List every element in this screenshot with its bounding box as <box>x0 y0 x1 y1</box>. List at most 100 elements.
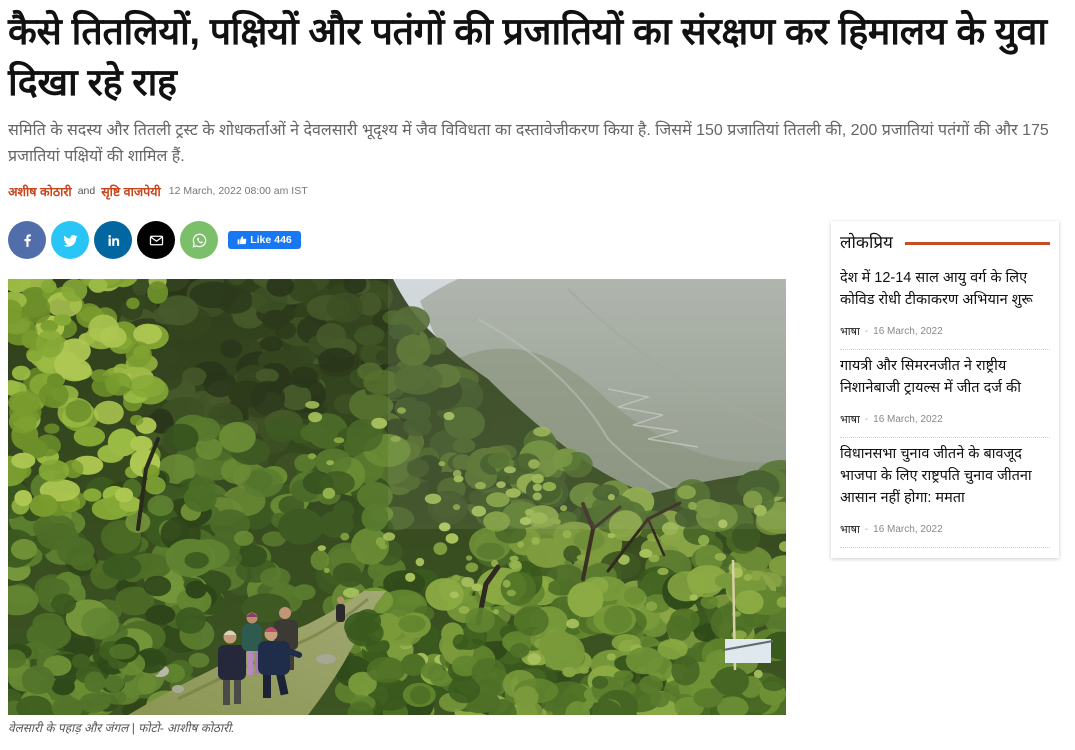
linkedin-share-button[interactable] <box>94 221 132 259</box>
tree-canopy <box>64 363 93 381</box>
twitter-icon <box>62 234 78 247</box>
tree-canopy <box>583 576 609 595</box>
share-bar: Like 446 <box>8 221 301 259</box>
tree-canopy <box>310 550 330 571</box>
leaf-highlight <box>340 532 350 541</box>
foreground-bush <box>671 655 700 686</box>
whatsapp-share-button[interactable] <box>180 221 218 259</box>
popular-item-title[interactable]: विधानसभा चुनाव जीतने के बावजूद भाजपा के … <box>840 443 1050 509</box>
leaf-highlight <box>415 557 425 567</box>
foreground-bush <box>346 619 384 647</box>
popular-item-title[interactable]: देश में 12-14 साल आयु वर्ग के लिए कोविड … <box>840 267 1050 311</box>
foreground-bush <box>693 688 723 708</box>
leaf-highlight <box>579 667 589 674</box>
tree-canopy <box>61 279 88 302</box>
leaf-highlight <box>322 487 336 499</box>
leaf-highlight <box>562 529 572 539</box>
foreground-bush <box>21 665 55 695</box>
sidebar-header: लोकप्रिय <box>840 232 1050 254</box>
popular-item-source[interactable]: भाषा <box>840 522 860 537</box>
tree-canopy <box>266 416 300 443</box>
leaf-highlight <box>750 571 762 582</box>
leaf-highlight <box>645 601 658 612</box>
linkedin-icon-glyph <box>107 234 119 246</box>
article-photo-image <box>8 279 786 715</box>
tree-canopy <box>233 530 254 546</box>
tree-canopy <box>10 538 38 560</box>
tree-canopy <box>316 323 347 349</box>
hiker-legs <box>263 673 271 698</box>
foreground-bush <box>513 685 539 710</box>
tree-canopy <box>182 367 207 386</box>
tree-canopy <box>354 325 385 346</box>
tree-canopy <box>88 314 119 343</box>
tree-canopy <box>195 437 223 460</box>
mail-icon-flap <box>149 235 163 242</box>
like-count: 446 <box>274 234 292 246</box>
leaf-highlight <box>606 653 616 661</box>
foreground-bush <box>398 615 426 633</box>
foreground-bush <box>591 675 609 689</box>
publish-date: 12 March, 2022 08:00 am IST <box>168 185 308 197</box>
whatsapp-icon-bubble <box>191 233 206 248</box>
leaf-highlight <box>308 412 323 423</box>
tree-canopy <box>129 375 166 398</box>
foreground-bush <box>465 607 495 633</box>
leaf-highlight <box>736 595 745 602</box>
author-link[interactable]: अशीष कोठारी <box>8 183 72 200</box>
leaf-highlight <box>307 453 317 460</box>
facebook-share-button[interactable] <box>8 221 46 259</box>
tree-canopy <box>275 321 296 340</box>
tree-canopy <box>11 365 31 381</box>
popular-sidebar: लोकप्रिय देश में 12-14 साल आयु वर्ग के ल… <box>831 221 1059 558</box>
hiker-legs <box>223 678 230 705</box>
leaf-highlight <box>657 567 669 575</box>
popular-item-date: 16 March, 2022 <box>873 413 943 425</box>
tree-canopy <box>102 555 142 580</box>
twitter-share-button[interactable] <box>51 221 89 259</box>
like-label: Like <box>250 234 272 246</box>
tree-canopy <box>29 494 58 517</box>
foreground-bush <box>104 675 124 692</box>
leaf-highlight <box>506 589 516 597</box>
tree-canopy <box>357 482 393 511</box>
foreground-bush <box>650 691 670 708</box>
leaf-highlight <box>689 594 698 601</box>
tree-canopy <box>669 608 700 633</box>
foreground-bush <box>510 643 530 658</box>
popular-item: विधानसभा चुनाव जीतने के बावजूद भाजपा के … <box>840 438 1050 548</box>
popular-item-date: 16 March, 2022 <box>873 523 943 535</box>
tree-canopy <box>53 314 72 326</box>
leaf-highlight <box>517 541 525 548</box>
foreground-bush <box>409 685 431 705</box>
whatsapp-icon <box>191 233 206 248</box>
popular-item-source[interactable]: भाषा <box>840 412 860 427</box>
foreground-bush <box>79 693 108 713</box>
rock <box>172 685 184 693</box>
tree-canopy <box>356 394 394 418</box>
facebook-icon-glyph <box>23 233 31 247</box>
leaf-highlight <box>323 567 330 573</box>
tree-canopy <box>130 435 153 452</box>
email-share-button[interactable] <box>137 221 175 259</box>
tree-canopy <box>14 490 32 507</box>
hiker-jacket <box>258 641 290 675</box>
tree-canopy <box>326 292 364 323</box>
mail-icon <box>149 235 163 245</box>
popular-item-source[interactable]: भाषा <box>840 324 860 339</box>
popular-item-separator: - <box>864 523 869 535</box>
facebook-like-button[interactable]: Like 446 <box>228 231 301 249</box>
popular-item-separator: - <box>864 413 869 425</box>
atmospheric-haze <box>388 279 786 529</box>
tree-canopy <box>32 612 65 633</box>
leaf-highlight <box>333 437 345 444</box>
tree-canopy <box>175 607 206 634</box>
author-joiner: and <box>77 185 96 197</box>
popular-item-title[interactable]: गायत्री और सिमरनजीत ने राष्ट्रीय निशानेब… <box>840 355 1050 399</box>
sidebar-title-rule <box>904 241 1050 245</box>
hiker-head <box>337 596 344 604</box>
leaf-highlight <box>383 532 396 541</box>
leaf-highlight <box>566 618 580 629</box>
author-link[interactable]: सृष्टि वाजपेयी <box>101 183 161 200</box>
leaf-highlight <box>502 579 511 588</box>
